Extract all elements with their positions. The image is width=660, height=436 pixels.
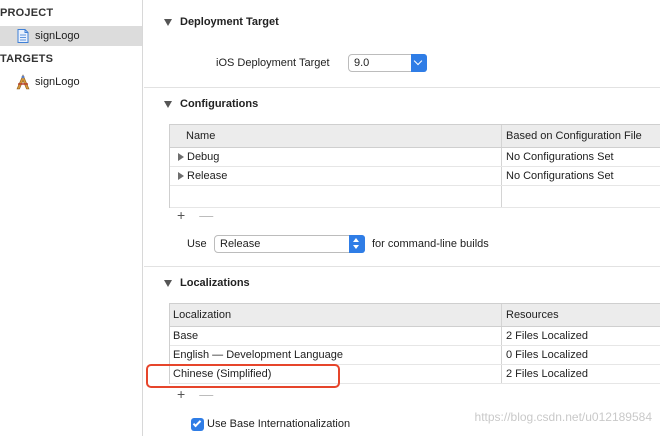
section-title: Deployment Target xyxy=(180,16,279,28)
table-row[interactable]: Debug No Configurations Set xyxy=(170,148,660,167)
table-row[interactable]: English — Development Language 0 Files L… xyxy=(170,346,660,365)
checkmark-icon xyxy=(192,418,202,428)
watermark: https://blog.csdn.net/u012189584 xyxy=(474,410,652,424)
checkbox-label: Use Base Internationalization xyxy=(207,418,351,430)
localization-name: English — Development Language xyxy=(173,349,344,361)
config-file: No Configurations Set xyxy=(506,151,614,163)
sidebar-item-target[interactable]: signLogo xyxy=(0,72,142,92)
chevron-down-icon[interactable] xyxy=(411,54,427,72)
localizations-section-header[interactable]: Localizations xyxy=(164,277,250,289)
table-header: Localization Resources xyxy=(170,304,660,327)
deployment-target-label: iOS Deployment Target xyxy=(216,57,330,69)
table-header: Name Based on Configuration File xyxy=(170,125,660,148)
use-base-internationalization-checkbox[interactable] xyxy=(191,418,204,431)
section-title: Configurations xyxy=(180,98,259,110)
config-file: No Configurations Set xyxy=(506,170,614,182)
column-header-file[interactable]: Based on Configuration File xyxy=(506,130,642,142)
column-header-name[interactable]: Name xyxy=(186,130,215,142)
sidebar-item-project[interactable]: signLogo xyxy=(0,26,142,46)
command-line-config-popup[interactable]: Release xyxy=(214,235,365,253)
divider xyxy=(144,266,660,267)
highlight-annotation xyxy=(146,364,340,388)
localization-name: Base xyxy=(173,330,199,342)
localizations-add-remove: + — xyxy=(177,386,213,402)
plus-icon[interactable]: + xyxy=(177,386,185,402)
app-target-icon xyxy=(15,74,31,90)
column-header-resources[interactable]: Resources xyxy=(506,309,559,321)
document-icon xyxy=(15,28,31,44)
deployment-target-popup[interactable]: 9.0 xyxy=(348,54,427,72)
sidebar-item-label: signLogo xyxy=(35,76,80,88)
localization-resources: 0 Files Localized xyxy=(506,349,588,361)
project-header: PROJECT xyxy=(0,7,54,19)
divider xyxy=(144,87,660,88)
section-title: Localizations xyxy=(180,277,250,289)
use-label: Use xyxy=(187,238,207,250)
popup-value: Release xyxy=(220,238,261,250)
popup-value: 9.0 xyxy=(354,57,370,69)
localization-resources: 2 Files Localized xyxy=(506,368,588,380)
updown-arrows-icon[interactable] xyxy=(349,235,365,253)
plus-icon[interactable]: + xyxy=(177,207,185,223)
disclosure-triangle-icon[interactable] xyxy=(164,279,172,287)
configurations-table: Name Based on Configuration File Debug N… xyxy=(169,124,660,208)
deployment-section-header[interactable]: Deployment Target xyxy=(164,16,279,28)
sidebar: PROJECT signLogo TARGETS signLogo xyxy=(0,0,143,436)
minus-icon[interactable]: — xyxy=(199,386,213,402)
localization-resources: 2 Files Localized xyxy=(506,330,588,342)
minus-icon[interactable]: — xyxy=(199,207,213,223)
configurations-add-remove: + — xyxy=(177,207,213,223)
config-name: Release xyxy=(187,170,228,182)
disclosure-triangle-icon[interactable] xyxy=(164,18,172,26)
table-row[interactable]: Release No Configurations Set xyxy=(170,167,660,186)
use-suffix-label: for command-line builds xyxy=(372,238,489,250)
table-row[interactable]: Base 2 Files Localized xyxy=(170,327,660,346)
configurations-section-header[interactable]: Configurations xyxy=(164,98,258,110)
targets-header: TARGETS xyxy=(0,53,54,65)
column-header-localization[interactable]: Localization xyxy=(173,309,231,321)
disclosure-triangle-icon[interactable] xyxy=(164,100,172,108)
sidebar-item-label: signLogo xyxy=(35,30,80,42)
expand-triangle-icon[interactable] xyxy=(178,153,184,161)
expand-triangle-icon[interactable] xyxy=(178,172,184,180)
config-name: Debug xyxy=(187,151,220,163)
table-row-empty xyxy=(170,186,660,208)
